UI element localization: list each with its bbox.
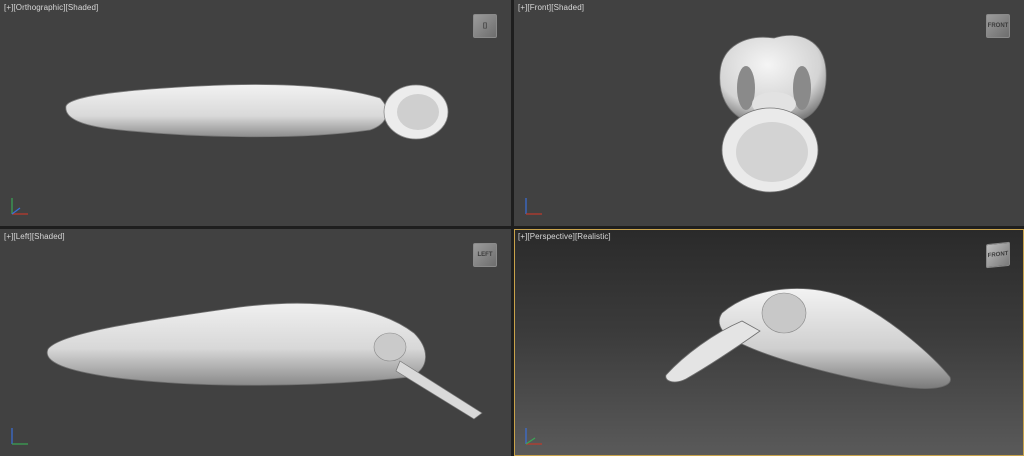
viewport-perspective[interactable]: [+][Perspective][Realistic] FRONT [514, 229, 1024, 456]
axis-tripod-icon [11, 428, 28, 445]
viewport-left[interactable]: [+][Left][Shaded] LEFT [0, 229, 511, 456]
lure-model-perspective-view [665, 288, 951, 389]
lure-model-top-view [65, 84, 449, 140]
axis-tripod-icon [525, 198, 542, 215]
lure-model-left-view [46, 302, 483, 420]
lure-model-front-view [719, 34, 827, 193]
viewport-front[interactable]: [+][Front][Shaded] FRONT [514, 0, 1024, 226]
axis-tripod-icon [525, 428, 542, 445]
axis-tripod-icon [11, 198, 28, 215]
viewport-orthographic[interactable]: [+][Orthographic][Shaded] [] [0, 0, 511, 226]
